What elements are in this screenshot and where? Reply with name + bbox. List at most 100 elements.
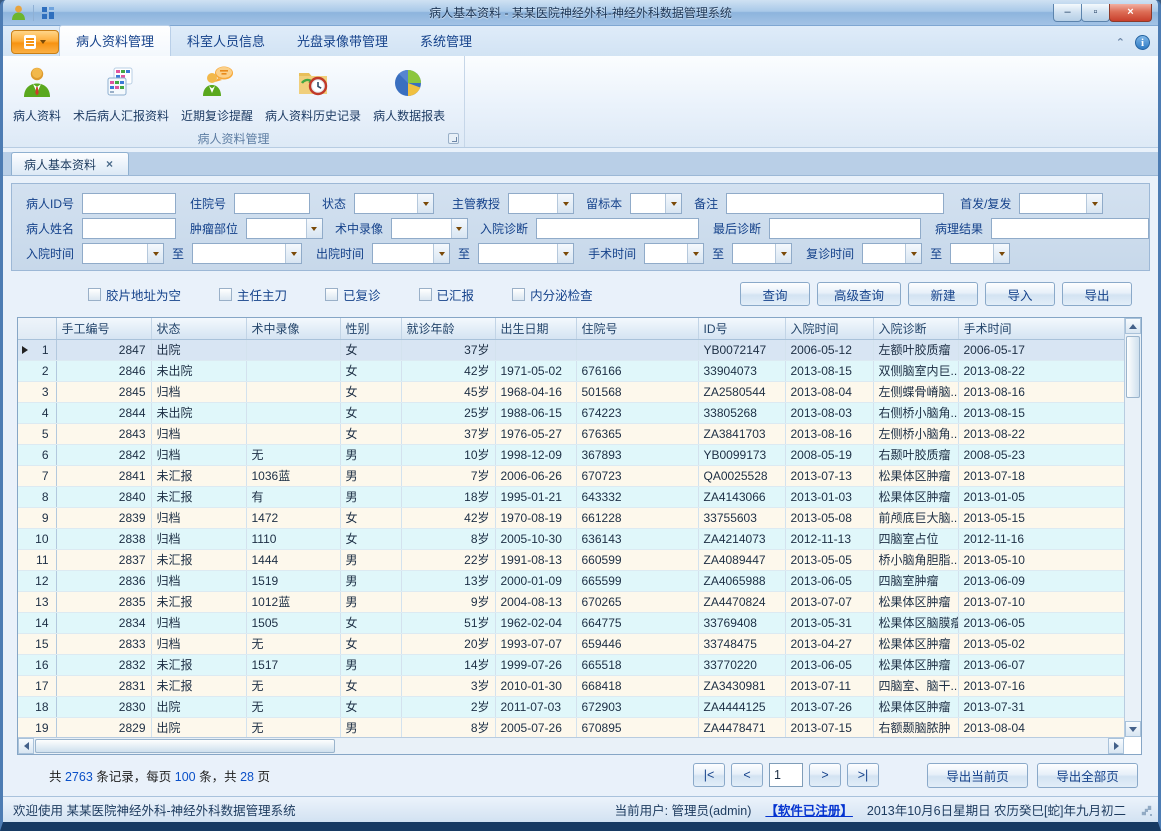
- table-row[interactable]: 32845归档女45岁1968-04-16501568ZA25805442013…: [18, 381, 1124, 402]
- grid-cell[interactable]: 2013-08-04: [958, 717, 1124, 738]
- grid-cell[interactable]: 出院: [151, 696, 246, 717]
- grid-cell[interactable]: 未出院: [151, 402, 246, 423]
- grid-cell[interactable]: 2013-06-07: [958, 654, 1124, 675]
- grid-cell[interactable]: 无: [246, 717, 340, 738]
- table-row[interactable]: 62842归档无男10岁1998-12-09367893YB0099173200…: [18, 444, 1124, 465]
- horizontal-scrollbar[interactable]: [18, 737, 1124, 754]
- grid-cell[interactable]: 665518: [576, 654, 698, 675]
- admit-date-to-combo[interactable]: [192, 243, 302, 264]
- grid-cell[interactable]: 2013-07-13: [785, 465, 873, 486]
- tab-close-icon[interactable]: ×: [106, 157, 113, 171]
- row-number-cell[interactable]: 13: [18, 591, 56, 612]
- grid-cell[interactable]: 2013-07-31: [958, 696, 1124, 717]
- ribbon-item-postop-report[interactable]: 术后病人汇报资料: [67, 62, 175, 127]
- grid-cell[interactable]: ZA3430981: [698, 675, 785, 696]
- grid-cell[interactable]: 桥小脑角胆脂...: [873, 549, 958, 570]
- grid-cell[interactable]: 2847: [56, 339, 151, 360]
- grid-cell[interactable]: 未汇报: [151, 549, 246, 570]
- grid-cell[interactable]: 2013-07-10: [958, 591, 1124, 612]
- row-number-cell[interactable]: 3: [18, 381, 56, 402]
- grid-cell[interactable]: 2013-05-15: [958, 507, 1124, 528]
- grid-cell[interactable]: 1036蓝: [246, 465, 340, 486]
- grid-cell[interactable]: 14岁: [401, 654, 495, 675]
- grid-cell[interactable]: 13岁: [401, 570, 495, 591]
- grid-cell[interactable]: 2013-08-15: [785, 360, 873, 381]
- grid-cell[interactable]: ZA4065988: [698, 570, 785, 591]
- grid-cell[interactable]: 归档: [151, 612, 246, 633]
- grid-cell[interactable]: 2837: [56, 549, 151, 570]
- ribbon-tab-disc-management[interactable]: 光盘录像带管理: [281, 26, 404, 56]
- grid-cell[interactable]: 42岁: [401, 507, 495, 528]
- professor-combo[interactable]: [508, 193, 574, 214]
- horizontal-scroll-thumb[interactable]: [35, 739, 335, 753]
- grid-cell[interactable]: 2006-06-26: [495, 465, 576, 486]
- grid-cell[interactable]: 2013-07-18: [958, 465, 1124, 486]
- grid-cell[interactable]: 男: [340, 591, 401, 612]
- grid-cell[interactable]: 2013-07-11: [785, 675, 873, 696]
- grid-cell[interactable]: 1999-07-26: [495, 654, 576, 675]
- prev-page-button[interactable]: <: [731, 763, 763, 787]
- grid-cell[interactable]: 2012-11-13: [785, 528, 873, 549]
- grid-cell[interactable]: 2013-05-05: [785, 549, 873, 570]
- row-number-cell[interactable]: 4: [18, 402, 56, 423]
- row-number-cell[interactable]: 11: [18, 549, 56, 570]
- grid-cell[interactable]: 2011-07-03: [495, 696, 576, 717]
- grid-cell[interactable]: 归档: [151, 381, 246, 402]
- patient-name-input[interactable]: [82, 218, 176, 239]
- row-number-cell[interactable]: 6: [18, 444, 56, 465]
- grid-cell[interactable]: 四脑室占位: [873, 528, 958, 549]
- grid-cell[interactable]: 出院: [151, 717, 246, 738]
- grid-cell[interactable]: 670895: [576, 717, 698, 738]
- grid-cell[interactable]: [246, 381, 340, 402]
- grid-cell[interactable]: 右颞叶胶质瘤: [873, 444, 958, 465]
- grid-cell[interactable]: 女: [340, 381, 401, 402]
- grid-cell[interactable]: 无: [246, 696, 340, 717]
- export-current-page-button[interactable]: 导出当前页: [927, 763, 1028, 788]
- grid-cell[interactable]: 男: [340, 465, 401, 486]
- grid-cell[interactable]: [576, 339, 698, 360]
- grid-cell[interactable]: 2835: [56, 591, 151, 612]
- grid-cell[interactable]: [246, 402, 340, 423]
- grid-cell[interactable]: 2013-04-27: [785, 633, 873, 654]
- grid-cell[interactable]: 双侧脑室内巨...: [873, 360, 958, 381]
- ribbon-item-data-report[interactable]: 病人数据报表: [367, 62, 451, 127]
- grid-cell[interactable]: 1988-06-15: [495, 402, 576, 423]
- grid-cell[interactable]: 未汇报: [151, 591, 246, 612]
- grid-cell[interactable]: 2831: [56, 675, 151, 696]
- grid-cell[interactable]: 33805268: [698, 402, 785, 423]
- import-button[interactable]: 导入: [985, 282, 1055, 306]
- grid-cell[interactable]: 松果体区肿瘤: [873, 696, 958, 717]
- patient-id-input[interactable]: [82, 193, 176, 214]
- grid-cell[interactable]: 2839: [56, 507, 151, 528]
- grid-cell[interactable]: 左额叶胶质瘤: [873, 339, 958, 360]
- minimize-button[interactable]: –: [1053, 4, 1082, 22]
- grid-cell[interactable]: 2013-05-31: [785, 612, 873, 633]
- grid-cell[interactable]: 42岁: [401, 360, 495, 381]
- ribbon-item-history-record[interactable]: 病人资料历史记录: [259, 62, 367, 127]
- scroll-up-button[interactable]: [1125, 318, 1141, 334]
- grid-cell[interactable]: 2843: [56, 423, 151, 444]
- grid-cell[interactable]: 未汇报: [151, 654, 246, 675]
- grid-cell[interactable]: 7岁: [401, 465, 495, 486]
- dialog-launcher-icon[interactable]: [448, 133, 459, 144]
- grid-cell[interactable]: ZA4478471: [698, 717, 785, 738]
- grid-cell[interactable]: 2013-05-10: [958, 549, 1124, 570]
- checkbox-film-address-empty[interactable]: 胶片地址为空: [88, 285, 181, 304]
- checkbox-endocrine-exam[interactable]: 内分泌检查: [512, 285, 593, 304]
- column-header-status[interactable]: 状态: [151, 318, 246, 339]
- grid-cell[interactable]: 松果体区肿瘤: [873, 633, 958, 654]
- grid-cell[interactable]: 2006-05-17: [958, 339, 1124, 360]
- grid-cell[interactable]: 1962-02-04: [495, 612, 576, 633]
- tab-patient-basic-info[interactable]: 病人基本资料 ×: [11, 152, 129, 175]
- grid-cell[interactable]: 归档: [151, 444, 246, 465]
- row-number-cell[interactable]: 5: [18, 423, 56, 444]
- grid-cell[interactable]: 1995-01-21: [495, 486, 576, 507]
- grid-cell[interactable]: 女: [340, 612, 401, 633]
- export-button[interactable]: 导出: [1062, 282, 1132, 306]
- grid-cell[interactable]: 2005-07-26: [495, 717, 576, 738]
- grid-cell[interactable]: 未汇报: [151, 675, 246, 696]
- table-row[interactable]: 122836归档1519男13岁2000-01-09665599ZA406598…: [18, 570, 1124, 591]
- row-number-cell[interactable]: 12: [18, 570, 56, 591]
- grid-cell[interactable]: 2845: [56, 381, 151, 402]
- ribbon-item-patient-data[interactable]: 病人资料: [7, 62, 67, 127]
